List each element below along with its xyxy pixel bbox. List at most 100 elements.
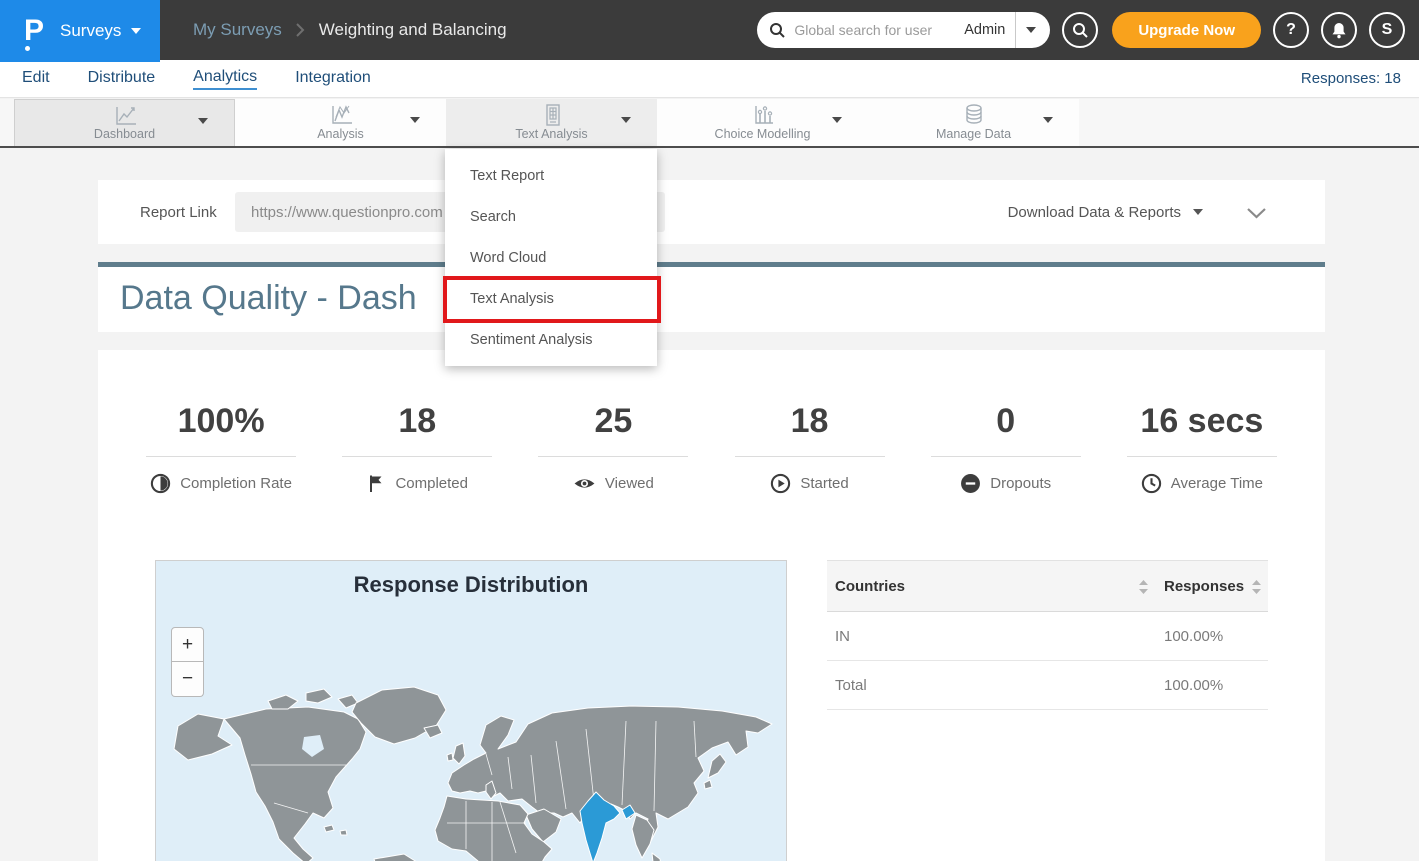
breadcrumb-chevron-icon [296,22,305,38]
stat-label: Viewed [605,475,654,492]
toolbar-tab-label: Dashboard [15,127,234,141]
countries-table: Countries Responses IN 100.00% Total 100… [827,560,1268,710]
divider [1127,456,1277,457]
stat-completed: 18 Completed [319,402,515,494]
tab-distribute[interactable]: Distribute [88,69,156,89]
table-header-row: Countries Responses [827,560,1268,612]
stat-value: 16 secs [1104,402,1300,441]
report-link-card: Report Link Download Data & Reports [98,180,1325,244]
toolbar-tab-label: Choice Modelling [657,127,868,141]
stat-label: Started [800,475,848,492]
toolbar-tab-choice-modelling[interactable]: Choice Modelling [657,99,868,146]
stat-label: Completed [395,475,468,492]
report-link-label: Report Link [140,180,217,244]
clock-icon [1141,473,1162,494]
sort-icon[interactable] [1139,580,1148,599]
search-icon [769,22,786,39]
top-header: P Surveys My Surveys Weighting and Balan… [0,0,1419,60]
questionpro-logo-icon: P [24,16,44,46]
divider [342,456,492,457]
minus-icon [960,473,981,494]
stat-viewed: 25 Viewed [515,402,711,494]
country-cell: Total [835,677,867,694]
notifications-button[interactable] [1321,12,1357,48]
map-zoom-controls: + − [171,627,204,697]
menu-item-text-report[interactable]: Text Report [445,155,657,196]
responses-count: Responses: 18 [1301,70,1401,87]
stat-label: Completion Rate [180,475,292,492]
surveys-menu-button[interactable]: P Surveys [0,0,160,62]
stat-label: Average Time [1171,475,1263,492]
help-button[interactable]: ? [1273,12,1309,48]
toolbar-tab-label: Manage Data [868,127,1079,141]
chevron-down-icon [131,28,141,34]
stat-value: 100% [123,402,319,441]
stat-value: 18 [319,402,515,441]
upgrade-now-button[interactable]: Upgrade Now [1112,12,1261,48]
download-label: Download Data & Reports [1008,204,1181,221]
search-input[interactable] [794,22,964,38]
page: P Surveys My Surveys Weighting and Balan… [0,0,1419,861]
responses-cell: 100.00% [1164,628,1223,645]
tab-integration[interactable]: Integration [295,69,371,89]
stats-row: 100% Completion Rate 18 [123,402,1300,494]
divider [538,456,688,457]
question-mark-icon: ? [1286,21,1296,39]
sort-icon[interactable] [1252,580,1261,599]
global-search: Admin [757,12,1050,48]
breadcrumb: My Surveys Weighting and Balancing [193,0,507,60]
stat-started: 18 Started [711,402,907,494]
tab-edit[interactable]: Edit [22,69,50,89]
toolbar-tab-dashboard[interactable]: Dashboard [14,99,235,146]
column-responses[interactable]: Responses [1164,578,1244,595]
download-data-reports-dropdown[interactable]: Download Data & Reports [1008,180,1203,244]
menu-item-word-cloud[interactable]: Word Cloud [445,237,657,278]
tab-analytics[interactable]: Analytics [193,68,257,90]
play-icon [770,473,791,494]
chevron-down-icon [621,117,631,123]
chevron-down-icon [1193,209,1203,215]
divider [735,456,885,457]
toolbar-tab-label: Analysis [235,127,446,141]
stat-value: 18 [711,402,907,441]
avatar-letter: S [1382,21,1393,39]
table-row: IN 100.00% [827,612,1268,661]
chevron-down-icon [832,117,842,123]
search-icon [1072,22,1089,39]
page-title: Data Quality - Dash [120,279,417,318]
toolbar-tab-label: Text Analysis [446,127,657,141]
search-scope-caret-icon[interactable] [1026,27,1036,33]
breadcrumb-current: Weighting and Balancing [319,20,507,40]
analytics-toolbar: Dashboard Analysis [0,99,1419,148]
zoom-in-button[interactable]: + [171,627,204,662]
response-distribution-map: Response Distribution [155,560,787,861]
menu-item-text-analysis[interactable]: Text Analysis [445,278,657,319]
zoom-out-button[interactable]: − [171,662,204,697]
bell-icon [1331,22,1347,39]
stat-value: 25 [515,402,711,441]
toolbar-tab-analysis[interactable]: Analysis [235,99,446,146]
text-analysis-dropdown-menu: Text Report Search Word Cloud Text Analy… [445,149,657,366]
stat-completion-rate: 100% Completion Rate [123,402,319,494]
contrast-icon [150,473,171,494]
toolbar-tab-manage-data[interactable]: Manage Data [868,99,1079,146]
header-actions: Admin Upgrade Now ? S [757,12,1405,48]
stat-value: 0 [908,402,1104,441]
table-row: Total 100.00% [827,661,1268,710]
column-countries[interactable]: Countries [835,578,905,595]
breadcrumb-my-surveys[interactable]: My Surveys [193,20,282,40]
search-scope-label: Admin [964,22,1005,38]
toolbar-tab-text-analysis[interactable]: Text Analysis [446,99,657,146]
search-button[interactable] [1062,12,1098,48]
menu-item-search[interactable]: Search [445,196,657,237]
collapse-section-button[interactable] [1246,206,1267,224]
page-title-card: Data Quality - Dash [98,262,1325,332]
world-map[interactable] [156,561,788,861]
product-label: Surveys [60,21,121,41]
stat-dropouts: 0 Dropouts [908,402,1104,494]
menu-item-sentiment-analysis[interactable]: Sentiment Analysis [445,319,657,360]
dashboard-card: 100% Completion Rate 18 [98,350,1325,861]
divider [146,456,296,457]
divider [1015,12,1016,48]
avatar[interactable]: S [1369,12,1405,48]
